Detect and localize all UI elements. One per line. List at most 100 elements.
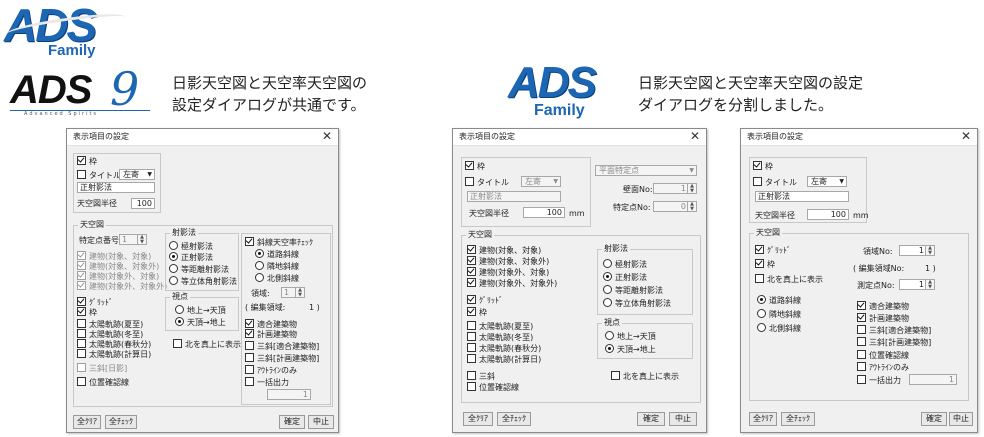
position-line-checkbox[interactable]: 位置確認線 <box>857 350 909 361</box>
projection-radio-4[interactable]: 等立体角射影法 <box>603 298 671 309</box>
frame2-checkbox[interactable]: 枠 <box>77 307 97 318</box>
frame2-checkbox[interactable]: 枠 <box>755 259 775 270</box>
ok-button[interactable]: 確定 <box>921 412 947 426</box>
title-align-select[interactable]: 左寄 <box>521 176 561 187</box>
close-icon[interactable]: ✕ <box>322 129 332 143</box>
slope-radio-1[interactable]: 道路斜線 <box>757 295 801 306</box>
sanryo-checkbox[interactable]: 三斜[日影] <box>77 363 127 374</box>
projection-radio-3[interactable]: 等距離射影法 <box>603 285 663 296</box>
building-checkbox-4[interactable]: 建物(対象外、対象外) <box>467 278 557 289</box>
position-line-checkbox[interactable]: 位置確認線 <box>467 382 519 393</box>
batch-output-checkbox[interactable]: 一括出力 <box>857 375 901 386</box>
grid-checkbox[interactable]: ｸﾞﾘｯﾄﾞ <box>467 295 503 306</box>
outline-checkbox[interactable]: ｱｳﾄﾗｲﾝのみ <box>857 362 909 373</box>
projection-radio-2[interactable]: 正射影法 <box>169 252 213 263</box>
viewpoint-radio-2[interactable]: 天頂→地上 <box>175 317 226 328</box>
title-text-input[interactable]: 正射影法 <box>467 191 561 202</box>
wall-no-stepper[interactable]: 1 ▲ ▼ <box>653 183 697 194</box>
projection-radio-1[interactable]: 極射影法 <box>169 241 213 252</box>
close-icon[interactable]: ✕ <box>961 129 971 143</box>
title-checkbox[interactable]: タイトル <box>77 170 121 181</box>
building-checkbox-3[interactable]: 建物(対象外、対象) <box>467 267 549 278</box>
title-align-select[interactable]: 左寄 <box>119 169 155 180</box>
viewpoint-radio-1[interactable]: 地上→天頂 <box>605 331 656 342</box>
north-up-checkbox[interactable]: 北を真上に表示 <box>755 274 823 285</box>
checkbox-icon <box>77 307 86 316</box>
bldg-checkbox-3[interactable]: 三斜[適合建築物] <box>857 325 931 336</box>
frame2-checkbox[interactable]: 枠 <box>467 307 487 318</box>
building-checkbox-1[interactable]: 建物(対象、対象) <box>467 245 541 256</box>
title-checkbox[interactable]: タイトル <box>753 177 797 188</box>
area-no-stepper[interactable]: 1 ▲ ▼ <box>899 245 935 256</box>
radius-input[interactable]: 100 <box>807 209 849 220</box>
cancel-button[interactable]: 中止 <box>669 412 697 426</box>
bldg-checkbox-2[interactable]: 計画建築物 <box>857 313 909 324</box>
area-stepper[interactable]: 1 ▲ ▼ <box>281 287 305 298</box>
sun-checkbox-4[interactable]: 太陽軌跡(計算日) <box>77 349 151 360</box>
projection-radio-3[interactable]: 等距離射影法 <box>169 264 229 275</box>
slope-check-checkbox[interactable]: 斜線天空率ﾁｪｯｸ <box>245 237 313 248</box>
family-logo-text-right: Family <box>534 102 585 119</box>
bldg-checkbox-4[interactable]: 三斜[計画建築物] <box>857 337 931 348</box>
projection-radio-4[interactable]: 等立体角射影法 <box>169 276 237 287</box>
measure-point-stepper[interactable]: 1 ▲ ▼ <box>899 279 935 290</box>
clear-all-button[interactable]: 全ｸﾘｱ <box>463 412 493 426</box>
slope-radio-3[interactable]: 北側斜線 <box>255 273 299 284</box>
frame-checkbox[interactable]: 枠 <box>77 156 97 167</box>
sun-checkbox-2[interactable]: 太陽軌跡(冬至) <box>467 332 533 343</box>
batch-output-checkbox[interactable]: 一括出力 <box>245 377 289 388</box>
slope-radio-1[interactable]: 道路斜線 <box>255 249 299 260</box>
slope-radio-3[interactable]: 北側斜線 <box>757 323 801 334</box>
clear-all-button[interactable]: 全ｸﾘｱ <box>749 412 777 426</box>
position-line-checkbox[interactable]: 位置確認線 <box>77 377 129 388</box>
bldg-checkbox-4[interactable]: 三斜[計画建築物] <box>245 353 319 364</box>
frame-checkbox[interactable]: 枠 <box>465 161 485 172</box>
dialog-title: 表示項目の設定 <box>747 132 803 141</box>
check-all-button[interactable]: 全ﾁｪｯｸ <box>781 412 815 426</box>
batch-output-input[interactable]: 1 <box>909 374 957 385</box>
slope-radio-2[interactable]: 隣地斜線 <box>255 261 299 272</box>
close-icon[interactable]: ✕ <box>690 129 700 143</box>
bldg-checkbox-3[interactable]: 三斜[適合建築物] <box>245 341 319 352</box>
point-number-stepper[interactable]: 1 ▲ ▼ <box>119 234 147 245</box>
title-checkbox[interactable]: タイトル <box>465 177 509 188</box>
radius-input[interactable]: 100 <box>131 198 155 209</box>
projection-radio-1[interactable]: 極射影法 <box>603 259 647 270</box>
bldg-checkbox-2[interactable]: 計画建築物 <box>245 329 297 340</box>
sun-checkbox-3[interactable]: 太陽軌跡(春秋分) <box>467 343 541 354</box>
building-checkbox-2[interactable]: 建物(対象、対象外) <box>467 256 549 267</box>
north-up-checkbox[interactable]: 北を真上に表示 <box>173 339 241 350</box>
grid-checkbox[interactable]: ｸﾞﾘｯﾄﾞ <box>755 245 791 256</box>
cancel-button[interactable]: 中止 <box>308 415 334 429</box>
point-no-stepper[interactable]: 0 ▲ ▼ <box>653 201 697 212</box>
title-align-select[interactable]: 左寄 <box>807 176 847 187</box>
check-all-button[interactable]: 全ﾁｪｯｸ <box>105 415 137 429</box>
ads-family-logo-top: ADS Family <box>4 0 144 62</box>
projection-radio-2[interactable]: 正射影法 <box>603 272 647 283</box>
north-up-checkbox[interactable]: 北を真上に表示 <box>611 371 679 382</box>
plane-point-select[interactable]: 平面特定点 <box>595 165 697 176</box>
viewpoint-radio-1[interactable]: 地上→天頂 <box>175 305 226 316</box>
bldg-checkbox-1[interactable]: 適合建築物 <box>857 301 909 312</box>
frame-checkbox[interactable]: 枠 <box>753 161 773 172</box>
area-value: 1 <box>284 288 290 297</box>
check-all-button[interactable]: 全ﾁｪｯｸ <box>497 412 531 426</box>
sun-checkbox-1[interactable]: 太陽軌跡(夏至) <box>467 321 533 332</box>
spin-icon: ▲ ▼ <box>687 202 696 212</box>
ok-button[interactable]: 確定 <box>637 412 665 426</box>
checkbox-icon <box>465 177 474 186</box>
title-text-input[interactable]: 正射影法 <box>77 182 155 193</box>
ok-button[interactable]: 確定 <box>279 415 305 429</box>
viewpoint-radio-2[interactable]: 天頂→地上 <box>605 344 656 355</box>
slope-radio-2[interactable]: 隣地斜線 <box>757 309 801 320</box>
batch-output-input[interactable]: 1 <box>267 389 311 400</box>
building-checkbox-4[interactable]: 建物(対象外、対象外) <box>77 281 167 292</box>
cancel-button[interactable]: 中止 <box>949 412 973 426</box>
clear-all-button[interactable]: 全ｸﾘｱ <box>73 415 101 429</box>
title-text-input[interactable]: 正射影法 <box>755 191 849 202</box>
sun-checkbox-4[interactable]: 太陽軌跡(計算日) <box>467 354 541 365</box>
sanryo-checkbox[interactable]: 三斜 <box>467 371 495 382</box>
radius-input[interactable]: 100 <box>523 207 565 218</box>
measure-point-label: 測定点No: <box>857 281 895 290</box>
outline-checkbox[interactable]: ｱｳﾄﾗｲﾝのみ <box>245 365 297 376</box>
